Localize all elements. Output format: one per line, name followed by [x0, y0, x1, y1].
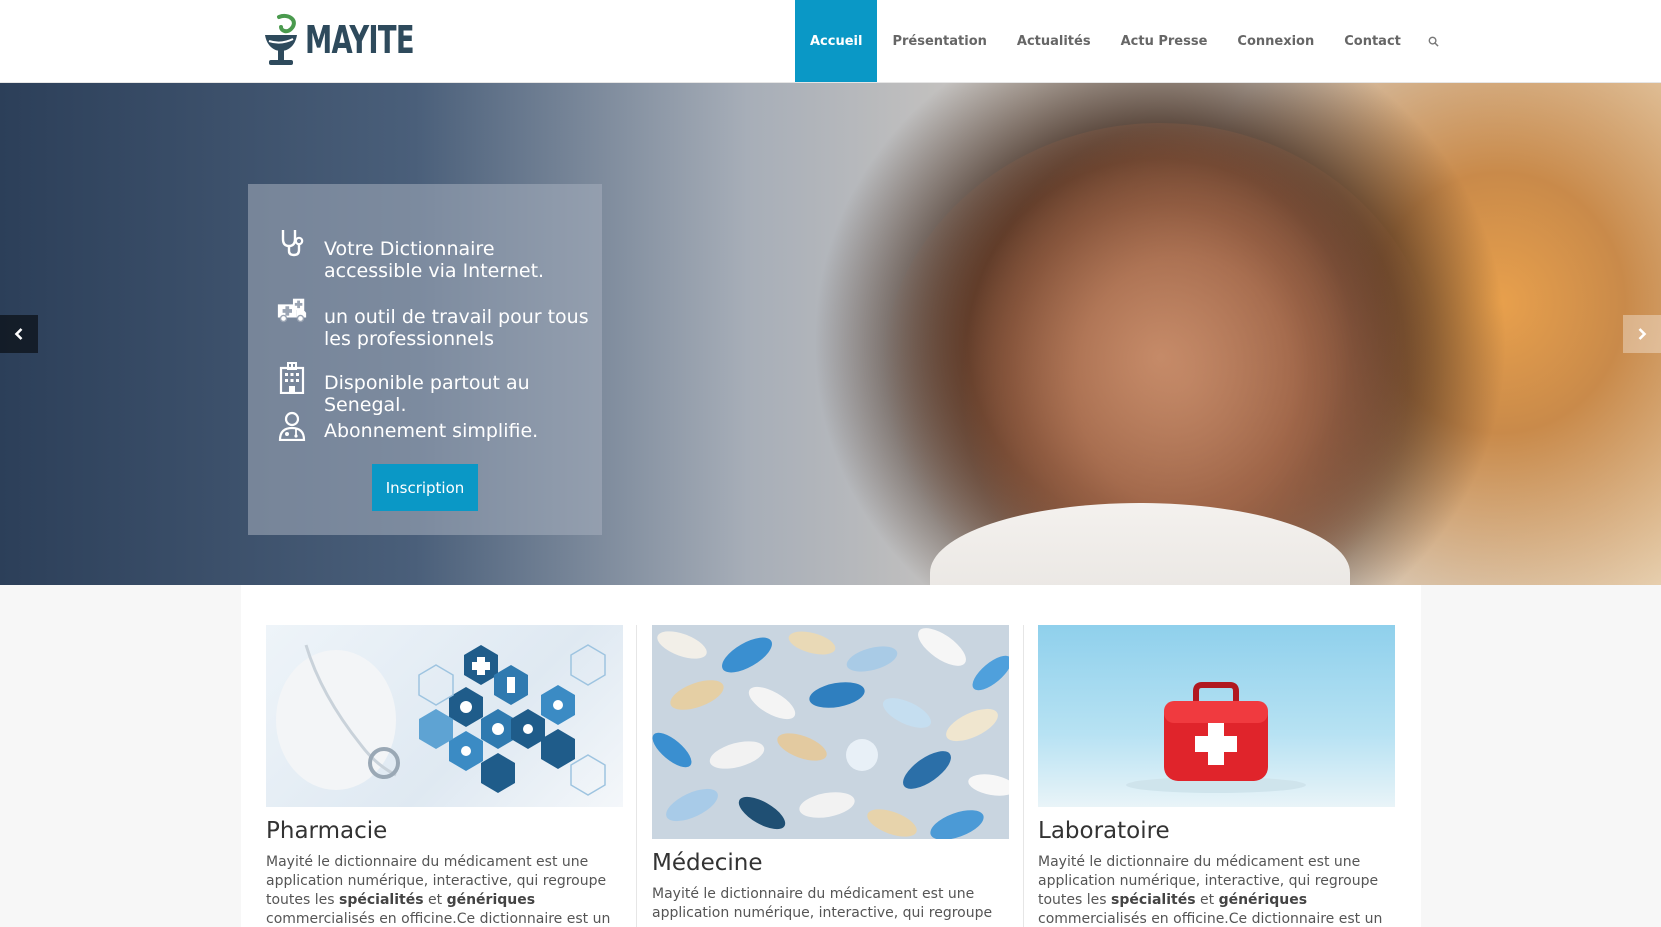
feature-text: Abonnement simplifie.	[324, 420, 539, 442]
hospital-icon	[276, 362, 308, 394]
card-text: commercialisés en officine.Ce dictionnai…	[1038, 911, 1383, 927]
chevron-right-icon	[1638, 328, 1647, 340]
feature-item: Votre Dictionnaire accessible via Intern…	[276, 226, 544, 282]
hero-slider: Votre Dictionnaire accessible via Intern…	[0, 83, 1661, 585]
first-aid-kit-image	[1126, 682, 1306, 793]
card-title: Laboratoire	[1038, 818, 1170, 844]
main-nav: Accueil Présentation Actualités Actu Pre…	[795, 0, 1452, 82]
card-text: et	[423, 892, 447, 908]
services-section: Pharmacie Mayité le dictionnaire du médi…	[241, 585, 1421, 927]
slider-next-button[interactable]	[1623, 315, 1661, 353]
caduceus-logo-icon	[265, 14, 297, 65]
card-text-bold: spécialités	[1111, 892, 1196, 908]
stethoscope-icon	[276, 226, 308, 258]
search-icon	[1428, 36, 1439, 47]
logo-text: MAYITE	[305, 18, 415, 62]
chevron-left-icon	[14, 328, 23, 340]
feature-text: un outil de travail pour tous les profes…	[324, 306, 589, 350]
feature-text: Disponible partout au Senegal.	[324, 372, 530, 416]
card-text-bold: génériques	[446, 892, 536, 908]
column-divider	[1023, 625, 1024, 927]
card-image-pharmacie[interactable]	[266, 625, 623, 807]
card-text: et	[1195, 892, 1219, 908]
slider-prev-button[interactable]	[0, 315, 38, 353]
site-header: MAYITE Accueil Présentation Actualités A…	[0, 0, 1661, 83]
doctor-icon	[276, 410, 308, 442]
column-divider	[636, 625, 637, 927]
card-image-medecine[interactable]	[652, 625, 1009, 839]
logo[interactable]: MAYITE	[259, 12, 456, 68]
feature-text: Votre Dictionnaire accessible via Intern…	[324, 238, 545, 282]
nav-item-connexion[interactable]: Connexion	[1222, 0, 1329, 82]
ambulance-icon	[276, 294, 308, 326]
card-pharmacie: Pharmacie Mayité le dictionnaire du médi…	[266, 625, 623, 927]
search-button[interactable]	[1416, 0, 1452, 82]
nav-item-accueil[interactable]: Accueil	[795, 0, 878, 82]
card-medecine: Médecine Mayité le dictionnaire du médic…	[652, 625, 1009, 923]
card-text: Mayité le dictionnaire du médicament est…	[652, 886, 993, 921]
hero-feature-box: Votre Dictionnaire accessible via Intern…	[248, 184, 602, 535]
card-laboratoire: Laboratoire Mayité le dictionnaire du mé…	[1038, 625, 1395, 927]
medical-hexagons-image	[276, 644, 606, 796]
nav-item-actu-presse[interactable]: Actu Presse	[1106, 0, 1223, 82]
feature-item: Abonnement simplifie.	[276, 410, 538, 442]
inscription-button[interactable]: Inscription	[372, 464, 478, 511]
card-description: Mayité le dictionnaire du médicament est…	[266, 853, 623, 927]
feature-item: un outil de travail pour tous les profes…	[276, 294, 589, 350]
feature-item: Disponible partout au Senegal.	[276, 362, 530, 416]
card-title: Médecine	[652, 850, 763, 876]
card-text: commercialisés en officine.Ce dictionnai…	[266, 911, 611, 927]
card-description: Mayité le dictionnaire du médicament est…	[652, 885, 1009, 923]
card-text-bold: génériques	[1218, 892, 1308, 908]
pills-image	[652, 625, 1009, 839]
card-text-bold: spécialités	[339, 892, 424, 908]
nav-item-presentation[interactable]: Présentation	[877, 0, 1001, 82]
card-description: Mayité le dictionnaire du médicament est…	[1038, 853, 1395, 927]
card-title: Pharmacie	[266, 818, 388, 844]
nav-item-actualites[interactable]: Actualités	[1002, 0, 1106, 82]
card-image-laboratoire[interactable]	[1038, 625, 1395, 807]
nav-item-contact[interactable]: Contact	[1329, 0, 1416, 82]
